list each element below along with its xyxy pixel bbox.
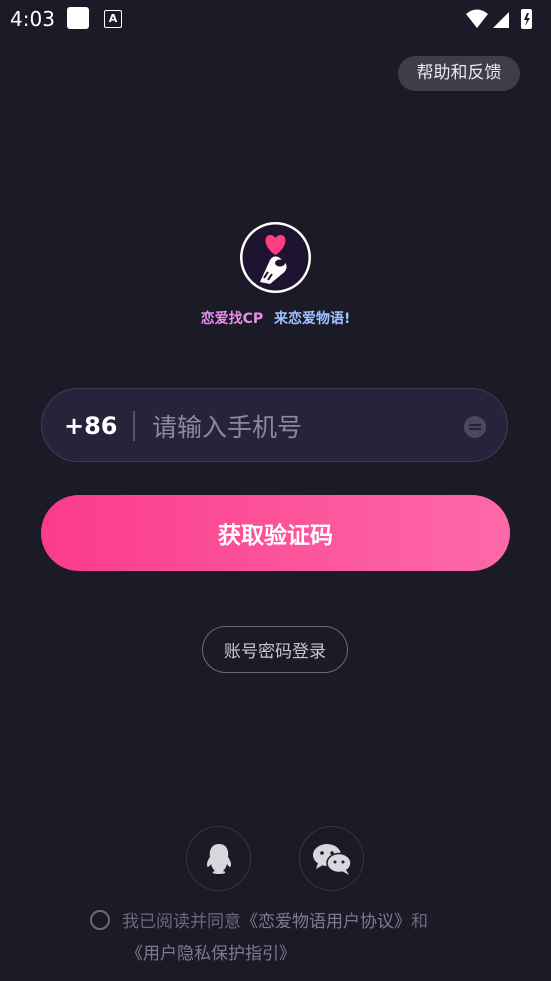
app-logo: [240, 222, 311, 293]
wechat-login-button[interactable]: [299, 826, 364, 891]
agreement-prefix: 我已阅读并同意: [122, 912, 241, 932]
notification-app-icon: [67, 7, 89, 29]
qq-icon: [206, 843, 231, 874]
brand-slogan: 恋爱找CP 来恋爱物语!: [0, 308, 551, 328]
user-agreement-link[interactable]: 《恋爱物语用户协议》: [241, 912, 411, 932]
help-feedback-button[interactable]: 帮助和反馈: [398, 56, 520, 91]
get-verification-code-button[interactable]: 获取验证码: [41, 495, 510, 571]
font-app-icon: A: [104, 10, 122, 28]
agreement-line2: 《用户隐私保护指引》: [126, 938, 296, 970]
phone-input-box: +86: [41, 388, 508, 462]
divider: [133, 411, 135, 441]
wechat-icon: [312, 843, 352, 875]
agreement-checkbox[interactable]: [90, 910, 110, 930]
status-time: 4:03: [10, 7, 55, 31]
country-code-selector[interactable]: +86: [64, 412, 118, 440]
wifi-icon: [466, 9, 488, 28]
system-status-icons: [466, 9, 532, 29]
agreement-and: 和: [411, 912, 428, 932]
password-login-button[interactable]: 账号密码登录: [202, 626, 348, 673]
logo-icon: [242, 224, 309, 291]
qq-login-button[interactable]: [186, 826, 251, 891]
signal-icon: [493, 12, 509, 28]
privacy-policy-link[interactable]: 《用户隐私保护指引》: [126, 944, 296, 964]
slogan-part2: 来恋爱物语!: [274, 311, 351, 327]
status-bar: 4:03 A: [0, 0, 551, 38]
clear-icon[interactable]: [463, 415, 487, 439]
slogan-part1: 恋爱找CP: [200, 311, 264, 327]
phone-input[interactable]: [150, 405, 444, 449]
agreement-line1: 我已阅读并同意《恋爱物语用户协议》和: [122, 906, 428, 938]
